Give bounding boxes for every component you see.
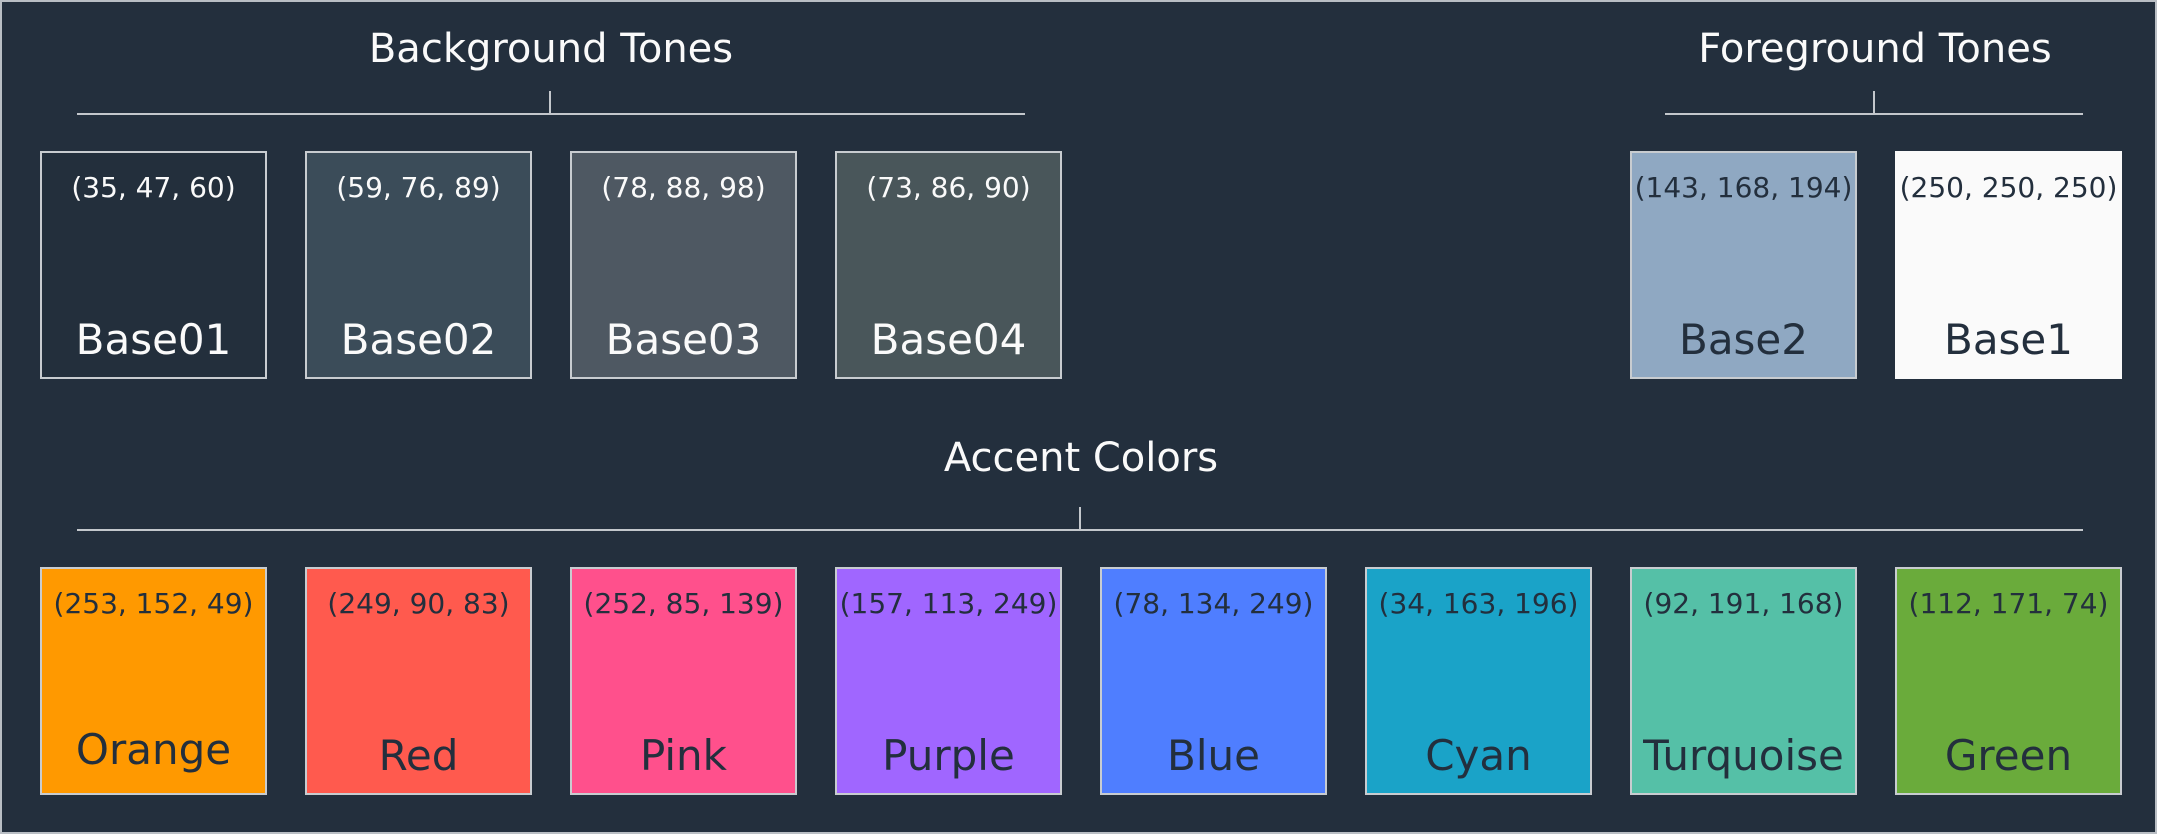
- background-tones-title: Background Tones: [368, 26, 734, 72]
- swatch-purple: (157, 113, 249) Purple: [835, 567, 1062, 795]
- swatch-rgb: (92, 191, 168): [1643, 587, 1844, 620]
- swatch-turquoise: (92, 191, 168) Turquoise: [1630, 567, 1857, 795]
- swatch-name: Orange: [75, 725, 232, 774]
- swatch-name: Green: [1944, 731, 2073, 780]
- swatch-name: Purple: [882, 731, 1015, 780]
- accent-bracket-tick: [1079, 507, 1081, 530]
- swatch-name: Turquoise: [1643, 731, 1844, 780]
- swatch-rgb: (249, 90, 83): [327, 587, 510, 620]
- palette-frame: Background Tones (35, 47, 60) Base01 (59…: [0, 0, 2157, 834]
- swatch-pink: (252, 85, 139) Pink: [570, 567, 797, 795]
- swatch-red: (249, 90, 83) Red: [305, 567, 532, 795]
- swatch-base1: (250, 250, 250) Base1: [1895, 151, 2122, 379]
- swatch-name: Pink: [639, 731, 727, 780]
- swatch-name: Base01: [75, 315, 232, 364]
- swatch-blue: (78, 134, 249) Blue: [1100, 567, 1327, 795]
- foreground-bracket-line: [1665, 113, 2083, 115]
- swatch-name: Base1: [1944, 315, 2073, 364]
- swatch-base04: (73, 86, 90) Base04: [835, 151, 1062, 379]
- swatch-orange: (253, 152, 49) Orange: [40, 567, 267, 795]
- accent-bracket-line: [77, 529, 2083, 531]
- swatch-name: Red: [378, 731, 459, 780]
- swatch-name: Base2: [1679, 315, 1808, 364]
- swatch-rgb: (250, 250, 250): [1899, 171, 2118, 204]
- swatch-rgb: (78, 88, 98): [601, 171, 766, 204]
- swatch-name: Cyan: [1425, 731, 1532, 780]
- swatch-rgb: (157, 113, 249): [839, 587, 1058, 620]
- swatch-name: Blue: [1167, 731, 1260, 780]
- swatch-rgb: (59, 76, 89): [336, 171, 501, 204]
- swatch-rgb: (73, 86, 90): [866, 171, 1031, 204]
- swatch-cyan: (34, 163, 196) Cyan: [1365, 567, 1592, 795]
- foreground-tones-title: Foreground Tones: [1698, 26, 2052, 72]
- swatch-base02: (59, 76, 89) Base02: [305, 151, 532, 379]
- swatch-green: (112, 171, 74) Green: [1895, 567, 2122, 795]
- swatch-name: Base03: [605, 315, 762, 364]
- swatch-rgb: (35, 47, 60): [71, 171, 236, 204]
- swatch-rgb: (78, 134, 249): [1113, 587, 1314, 620]
- swatch-base03: (78, 88, 98) Base03: [570, 151, 797, 379]
- swatch-name: Base04: [870, 315, 1027, 364]
- swatch-rgb: (253, 152, 49): [53, 587, 254, 620]
- swatch-base01: (35, 47, 60) Base01: [40, 151, 267, 379]
- foreground-bracket-tick: [1873, 91, 1875, 114]
- background-bracket-tick: [549, 91, 551, 114]
- swatch-rgb: (34, 163, 196): [1378, 587, 1579, 620]
- accent-colors-title: Accent Colors: [943, 435, 1219, 481]
- swatch-base2: (143, 168, 194) Base2: [1630, 151, 1857, 379]
- swatch-rgb: (112, 171, 74): [1908, 587, 2109, 620]
- swatch-rgb: (252, 85, 139): [583, 587, 784, 620]
- background-bracket-line: [77, 113, 1025, 115]
- swatch-name: Base02: [340, 315, 497, 364]
- swatch-rgb: (143, 168, 194): [1634, 171, 1853, 204]
